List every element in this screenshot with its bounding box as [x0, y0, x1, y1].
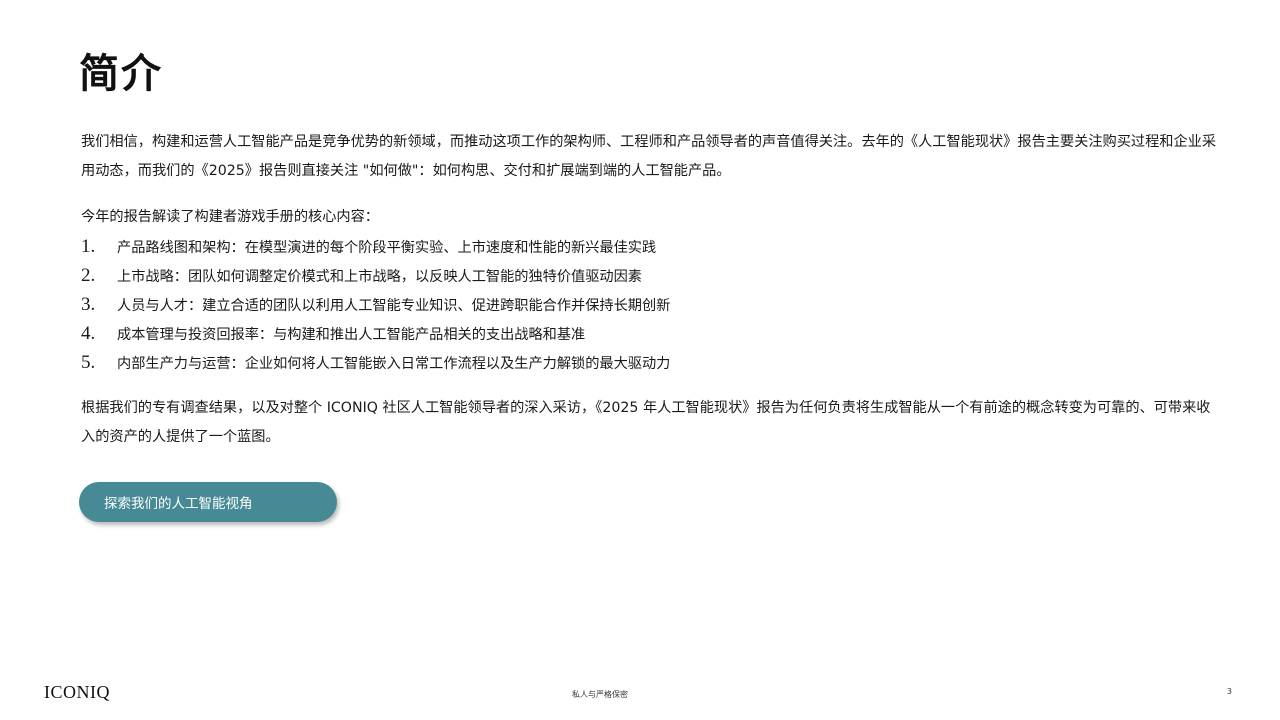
list-item-number: 5. [81, 352, 96, 373]
list-item-text: 内部生产力与运营：企业如何将人工智能嵌入日常工作流程以及生产力解锁的最大驱动力 [117, 356, 671, 372]
list-item-number: 3. [81, 294, 96, 315]
list-item: 2. 上市战略：团队如何调整定价模式和上市战略，以反映人工智能的独特价值驱动因素 [81, 261, 1221, 290]
list-item-text: 上市战略：团队如何调整定价模式和上市战略，以反映人工智能的独特价值驱动因素 [117, 269, 642, 285]
list-item-text: 产品路线图和架构：在模型演进的每个阶段平衡实验、上市速度和性能的新兴最佳实践 [117, 240, 657, 256]
list-item-text: 成本管理与投资回报率：与构建和推出人工智能产品相关的支出战略和基准 [117, 327, 586, 343]
list-item-text: 人员与人才：建立合适的团队以利用人工智能专业知识、促进跨职能合作并保持长期创新 [117, 298, 671, 314]
page-number: 3 [1226, 687, 1232, 696]
list-item-number: 2. [81, 265, 96, 286]
confidential-label: 私人与严格保密 [572, 690, 628, 699]
list-heading: 今年的报告解读了构建者游戏手册的核心内容： [81, 209, 379, 225]
summary-paragraph: 根据我们的专有调查结果，以及对整个 ICONIQ 社区人工智能领导者的深入采访，… [81, 400, 1211, 445]
explore-ai-perspective-button[interactable]: 探索我们的人工智能视角 [79, 482, 337, 522]
list-item: 1. 产品路线图和架构：在模型演进的每个阶段平衡实验、上市速度和性能的新兴最佳实… [81, 232, 1221, 261]
list-item: 5. 内部生产力与运营：企业如何将人工智能嵌入日常工作流程以及生产力解锁的最大驱… [81, 348, 1221, 377]
list-item-number: 4. [81, 323, 96, 344]
list-item-number: 1. [81, 236, 96, 257]
numbered-list: 1. 产品路线图和架构：在模型演进的每个阶段平衡实验、上市速度和性能的新兴最佳实… [81, 232, 1221, 377]
intro-paragraph: 我们相信，构建和运营人工智能产品是竞争优势的新领域，而推动这项工作的架构师、工程… [81, 134, 1217, 179]
list-item: 3. 人员与人才：建立合适的团队以利用人工智能专业知识、促进跨职能合作并保持长期… [81, 290, 1221, 319]
page-title: 简介 [79, 51, 163, 97]
list-item: 4. 成本管理与投资回报率：与构建和推出人工智能产品相关的支出战略和基准 [81, 319, 1221, 348]
intro-content: 我们相信，构建和运营人工智能产品是竞争优势的新领域，而推动这项工作的架构师、工程… [81, 128, 1221, 452]
